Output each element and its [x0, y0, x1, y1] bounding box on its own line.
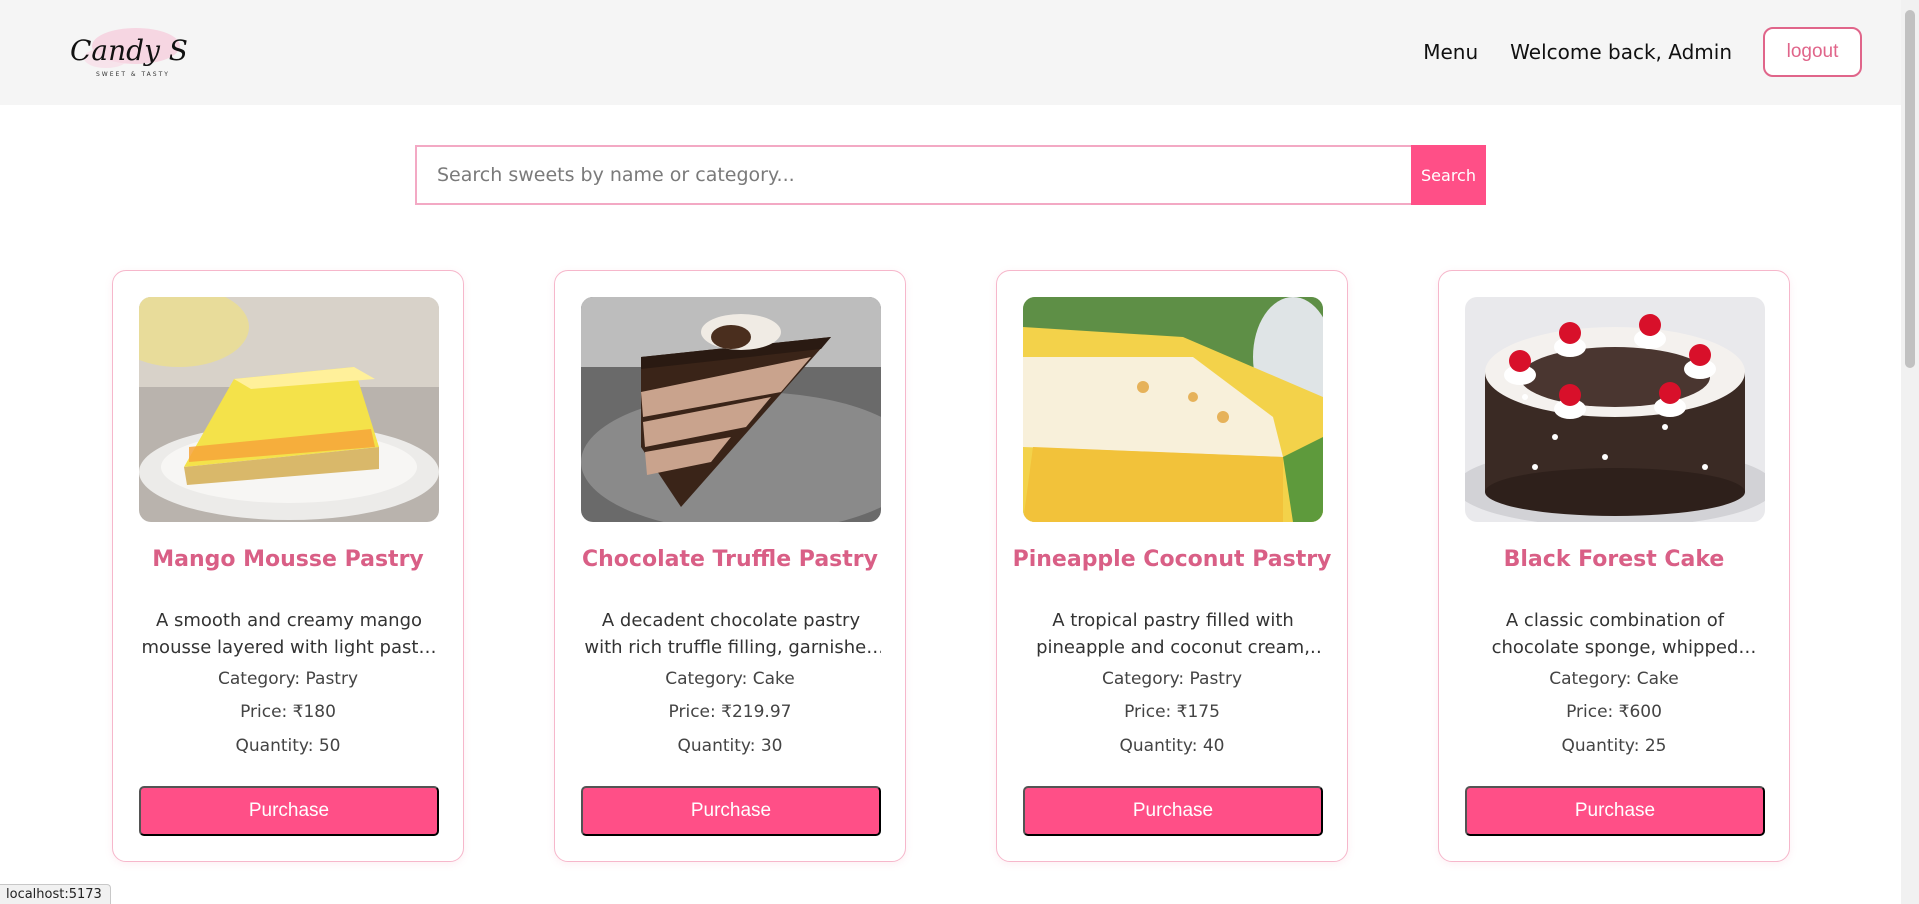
product-description: A decadent chocolate pastry with rich tr…: [584, 610, 878, 658]
product-name: Chocolate Truffle Pastry: [582, 547, 878, 572]
product-quantity: Quantity: 40: [1119, 736, 1225, 756]
welcome-text: Welcome back, Admin: [1510, 40, 1732, 64]
product-image: [1023, 297, 1323, 522]
product-card: Chocolate Truffle Pastry A decadent choc…: [554, 270, 906, 862]
logo-tagline: SWEET & TASTY: [96, 71, 170, 78]
product-image: [139, 297, 439, 522]
status-url: localhost:5173: [0, 884, 111, 904]
product-price: Price: ₹600: [1566, 702, 1662, 722]
product-quantity: Quantity: 25: [1561, 736, 1667, 756]
scrollbar-thumb[interactable]: [1905, 10, 1915, 368]
product-name: Mango Mousse Pastry: [152, 547, 424, 572]
search-button[interactable]: Search: [1411, 145, 1486, 205]
search-input[interactable]: [415, 145, 1411, 205]
product-quantity: Quantity: 30: [677, 736, 783, 756]
purchase-button[interactable]: Purchase: [1023, 786, 1323, 836]
purchase-button[interactable]: Purchase: [1465, 786, 1765, 836]
product-image: [1465, 297, 1765, 522]
product-category: Category: Pastry: [1101, 669, 1243, 689]
product-name: Black Forest Cake: [1503, 547, 1725, 572]
search-bar: Search: [415, 145, 1486, 205]
product-price: Price: ₹180: [240, 702, 336, 722]
logout-button[interactable]: logout: [1763, 27, 1862, 77]
header-nav: Menu Welcome back, Admin logout: [1423, 27, 1901, 77]
nav-menu-link[interactable]: Menu: [1423, 40, 1478, 64]
purchase-button[interactable]: Purchase: [581, 786, 881, 836]
product-card: Mango Mousse Pastry A smooth and creamy …: [112, 270, 464, 862]
page: Candy Shop SWEET & TASTY Menu Welcome ba…: [0, 0, 1919, 904]
product-image: [581, 297, 881, 522]
top-navbar: Candy Shop SWEET & TASTY Menu Welcome ba…: [0, 0, 1901, 105]
logo-text: Candy Shop: [70, 34, 188, 67]
purchase-button[interactable]: Purchase: [139, 786, 439, 836]
vertical-scrollbar[interactable]: [1901, 0, 1919, 904]
product-description: A tropical pastry filled with pineapple …: [1036, 610, 1310, 658]
product-card: Pineapple Coconut Pastry A tropical past…: [996, 270, 1348, 862]
product-category: Category: Cake: [1549, 669, 1679, 689]
product-price: Price: ₹175: [1124, 702, 1220, 722]
product-quantity: Quantity: 50: [235, 736, 341, 756]
product-price: Price: ₹219.97: [668, 702, 792, 722]
product-name: Pineapple Coconut Pastry: [1012, 547, 1332, 572]
product-category: Category: Pastry: [217, 669, 359, 689]
product-card: Black Forest Cake A classic combination …: [1438, 270, 1790, 862]
product-description: A smooth and creamy mango mousse layered…: [141, 610, 437, 658]
product-category: Category: Cake: [665, 669, 795, 689]
product-description: A classic combination of chocolate spong…: [1491, 610, 1739, 658]
candy-shop-logo[interactable]: Candy Shop SWEET & TASTY: [66, 18, 241, 82]
